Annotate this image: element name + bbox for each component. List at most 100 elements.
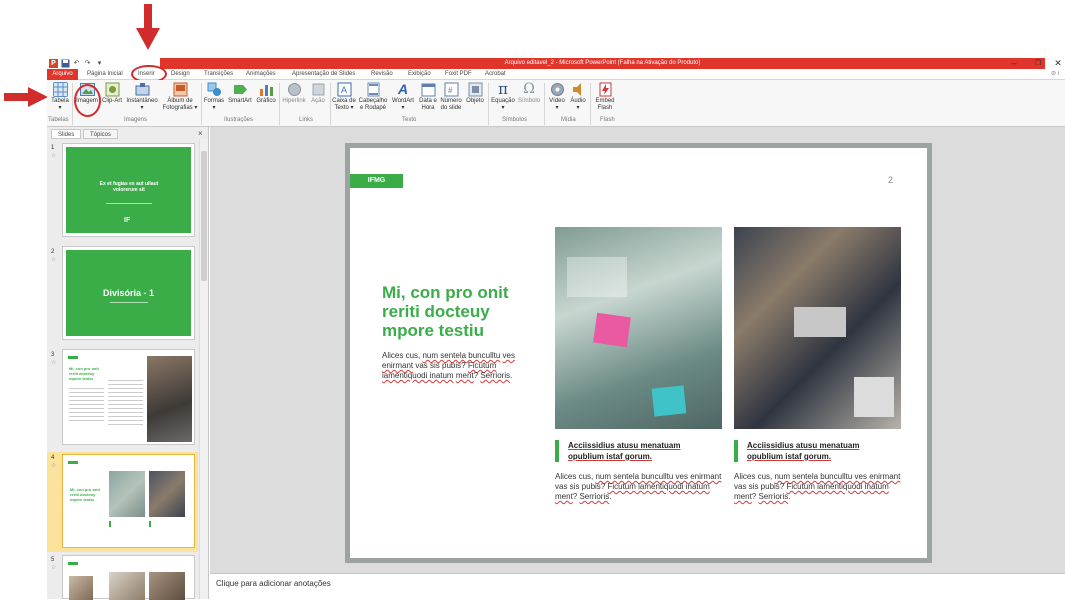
textbox-sub: Texto ▾ xyxy=(334,105,354,111)
shapes-button[interactable]: Formas ▾ xyxy=(203,82,225,112)
hyperlink-label: Hiperlink xyxy=(282,98,306,104)
tab-topicos[interactable]: Tópicos xyxy=(83,129,119,139)
table-icon xyxy=(52,82,68,97)
tab-apresentacao[interactable]: Apresentação de Slides xyxy=(292,69,355,80)
ribbon-divider xyxy=(544,83,545,125)
datetime-icon xyxy=(421,83,435,97)
header-footer-button[interactable]: Cabeçalho e Rodapé xyxy=(357,82,389,112)
textbox-label: Caixa de xyxy=(332,98,356,104)
slide-thumbnail-2[interactable]: Divisória - 1 xyxy=(62,246,195,340)
star-icon: ☆ xyxy=(51,463,57,469)
table-button[interactable]: Tabela ▾ xyxy=(49,82,71,112)
tab-acrobat[interactable]: Acrobat xyxy=(485,69,506,80)
equation-button[interactable]: π Equação ▾ xyxy=(490,82,516,112)
group-ilustracoes: Ilustrações xyxy=(224,117,254,123)
thumb-4-photo-1 xyxy=(109,471,145,517)
screenshot-icon xyxy=(135,83,149,96)
thumb-4-title: Mi, con pro onit reriti docteuy mpore te… xyxy=(70,487,100,502)
equation-sub: ▾ xyxy=(501,105,505,111)
slide-photo-2[interactable] xyxy=(734,227,901,429)
clipart-button[interactable]: Clip-Art xyxy=(100,82,124,105)
tab-design[interactable]: Design xyxy=(171,69,190,80)
tab-pagina-inicial[interactable]: Página Inicial xyxy=(87,69,123,80)
photo-album-button[interactable]: Álbum de Fotografias ▾ xyxy=(160,82,200,112)
title-bar: P ↶ ↷ ▾ Arquivo editavel_2 - Microsoft P… xyxy=(47,58,1065,69)
wordart-label: WordArt xyxy=(392,98,414,104)
slide-number-button[interactable]: # Número do slide xyxy=(439,82,463,112)
header-footer-icon xyxy=(367,82,379,97)
chart-button[interactable]: Gráfico xyxy=(254,82,278,105)
hyperlink-button[interactable]: Hiperlink xyxy=(281,82,307,105)
save-icon[interactable] xyxy=(61,59,70,68)
shapes-sub: ▾ xyxy=(212,105,216,111)
video-sub: ▾ xyxy=(555,105,559,111)
slide-thumbnail-1[interactable]: Ex et fugias es aut ullaut volorerum sit… xyxy=(62,143,195,237)
slide-photo-1[interactable] xyxy=(555,227,722,429)
close-button[interactable]: ✕ xyxy=(1051,58,1065,69)
wordart-icon: A xyxy=(397,81,409,97)
textbox-icon: A xyxy=(337,82,351,97)
panel-scrollbar-thumb[interactable] xyxy=(201,151,207,281)
wordart-button[interactable]: A WordArt ▾ xyxy=(390,82,416,112)
thumb-1-title: Ex et fugias es aut ullaut volorerum sit xyxy=(99,181,159,193)
slide-number-icon: # xyxy=(444,82,458,97)
current-slide[interactable]: IFMG 2 Mi, con pro onit reriti docteuy m… xyxy=(350,148,927,558)
undo-icon[interactable]: ↶ xyxy=(72,59,81,68)
symbol-button[interactable]: Ω Símbolo xyxy=(517,82,541,105)
svg-text:A: A xyxy=(341,85,347,95)
thumb-2-title: Divisória - 1 xyxy=(102,288,155,298)
thumb-3-title: Mi, con pro onit reriti docteuy mpore te… xyxy=(69,366,99,381)
thumb-3-photo xyxy=(147,356,192,442)
thumb-1-subtitle xyxy=(106,203,152,208)
clipart-icon xyxy=(105,82,119,97)
embed-flash-label: Embed xyxy=(595,98,615,104)
help-icon[interactable]: ⊘ i xyxy=(1051,69,1059,80)
action-button[interactable]: Ação xyxy=(308,82,328,105)
datetime-button[interactable]: Data e Hora xyxy=(417,82,439,112)
tab-revisao[interactable]: Revisão xyxy=(371,69,393,80)
window-title: Arquivo editavel_2 - Microsoft PowerPoin… xyxy=(160,58,1045,69)
group-midia: Mídia xyxy=(561,117,576,123)
smartart-icon xyxy=(233,85,247,94)
embed-flash-sub: Flash xyxy=(597,105,613,111)
slide-number-2: 2 xyxy=(51,249,55,255)
audio-button[interactable]: Áudio ▾ xyxy=(568,82,588,112)
clipart-label: Clip-Art xyxy=(101,98,122,104)
slide-thumbnail-5[interactable] xyxy=(62,555,195,600)
screenshot-label: Instantâneo xyxy=(126,98,158,104)
flash-icon xyxy=(599,82,611,97)
screenshot-button[interactable]: Instantâneo ▾ xyxy=(125,82,159,112)
notes-area[interactable]: Clique para adicionar anotações xyxy=(210,573,1065,599)
tab-slides[interactable]: Slides xyxy=(51,129,82,139)
chart-label: Gráfico xyxy=(256,98,276,104)
video-button[interactable]: Vídeo ▾ xyxy=(547,82,567,112)
minimize-button[interactable]: – xyxy=(1007,58,1021,69)
panel-scrollbar[interactable] xyxy=(199,139,208,599)
embed-flash-button[interactable]: Embed Flash xyxy=(593,82,617,112)
tab-arquivo[interactable]: Arquivo xyxy=(47,69,78,80)
tab-exibicao[interactable]: Exibição xyxy=(408,69,431,80)
header-footer-label: Cabeçalho xyxy=(358,98,388,104)
close-panel-icon[interactable]: × xyxy=(198,129,203,138)
slide-thumbnail-4[interactable]: Mi, con pro onit reriti docteuy mpore te… xyxy=(62,454,195,548)
thumb-3-text xyxy=(69,388,104,424)
tab-transicoes[interactable]: Transições xyxy=(204,69,233,80)
group-flash: Flash xyxy=(600,117,615,123)
ribbon-divider xyxy=(201,83,202,125)
slide-tag: IFMG xyxy=(350,174,403,188)
powerpoint-icon[interactable]: P xyxy=(49,59,58,68)
smartart-button[interactable]: SmartArt xyxy=(226,82,254,105)
ribbon-divider xyxy=(279,83,280,125)
tab-foxit-pdf[interactable]: Foxit PDF xyxy=(445,69,472,80)
object-button[interactable]: Objeto xyxy=(464,82,486,105)
slide-number-4: 4 xyxy=(51,455,55,461)
customize-toolbar-icon[interactable]: ▾ xyxy=(95,59,104,68)
album-icon xyxy=(173,82,187,97)
svg-text:#: # xyxy=(448,86,453,95)
maximize-button[interactable]: ❐ xyxy=(1031,58,1045,69)
tab-animacoes[interactable]: Animações xyxy=(246,69,276,80)
redo-icon[interactable]: ↷ xyxy=(83,59,92,68)
group-texto: Texto xyxy=(402,117,417,123)
slide-thumbnail-3[interactable]: Mi, con pro onit reriti docteuy mpore te… xyxy=(62,349,195,445)
textbox-button[interactable]: A Caixa de Texto ▾ xyxy=(332,82,356,112)
